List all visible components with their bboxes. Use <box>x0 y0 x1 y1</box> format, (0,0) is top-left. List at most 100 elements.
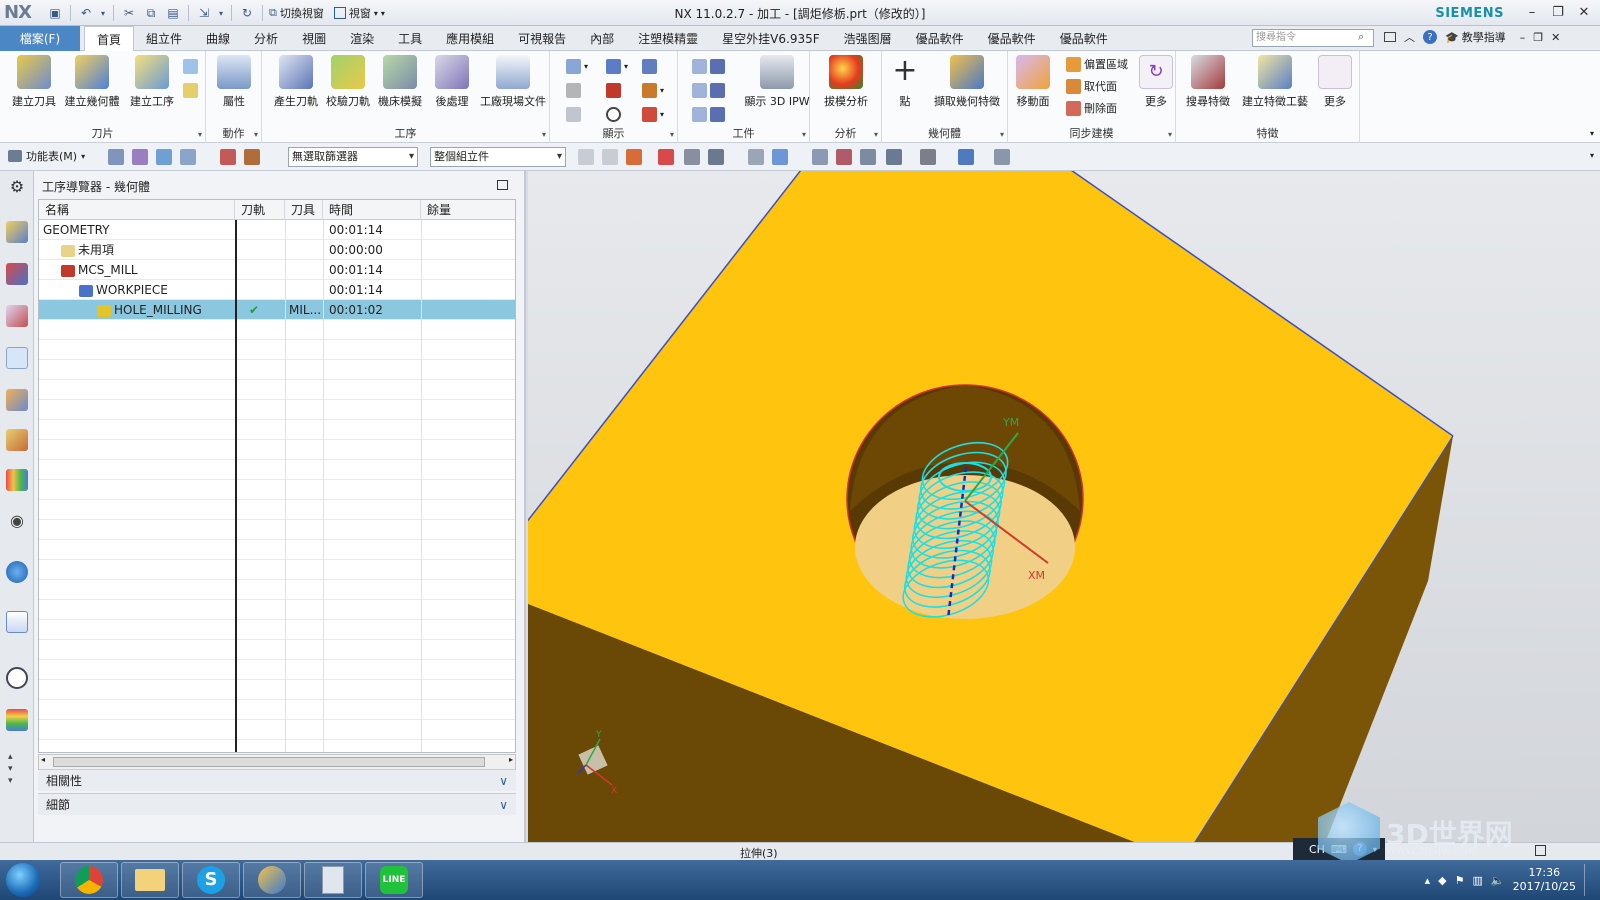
shaded-view-icon[interactable] <box>748 149 764 165</box>
chevron-down-icon[interactable]: ▾ <box>542 130 546 139</box>
program-view-icon[interactable] <box>108 149 124 165</box>
row-name-cell[interactable]: HOLE_MILLING <box>97 300 233 320</box>
chevron-down-icon[interactable]: ▾ <box>1000 130 1004 139</box>
properties-button[interactable]: 屬性 <box>206 55 262 115</box>
selection-scope-select[interactable]: 整個組立件 <box>430 147 566 167</box>
tab-youpin-1[interactable]: 優品軟件 <box>904 26 976 51</box>
display-holder-button[interactable]: ▾ <box>642 81 664 99</box>
tab-view[interactable]: 視圖 <box>290 26 338 51</box>
palette-icon[interactable] <box>6 709 28 731</box>
horizontal-scrollbar[interactable]: ◂ ▸ <box>38 754 516 770</box>
rotate-icon[interactable] <box>860 149 876 165</box>
cut-icon[interactable]: ✂ <box>120 4 138 22</box>
select-body-icon[interactable] <box>602 149 618 165</box>
constraint-navigator-icon[interactable] <box>6 263 28 285</box>
row-name-cell[interactable]: 未用項 <box>61 240 233 260</box>
taskbar-skype[interactable]: S <box>182 862 240 898</box>
table-row[interactable]: 未用項 00:00:00 <box>39 240 515 260</box>
operation-navigator-icon[interactable] <box>6 347 28 369</box>
display-point-button[interactable] <box>606 105 621 123</box>
help-icon[interactable]: ? <box>1423 30 1437 44</box>
draft-analysis-button[interactable]: 拔模分析 <box>818 55 874 115</box>
render-style-icon[interactable] <box>920 149 936 165</box>
display-shaded-button[interactable] <box>566 81 581 99</box>
tab-internal[interactable]: 內部 <box>578 26 626 51</box>
chevron-down-icon[interactable]: ▾ <box>198 130 202 139</box>
tab-analysis[interactable]: 分析 <box>242 26 290 51</box>
select-face-icon[interactable] <box>626 149 642 165</box>
tab-youpin-2[interactable]: 優品軟件 <box>976 26 1048 51</box>
tab-curve[interactable]: 曲線 <box>194 26 242 51</box>
repeat-command-icon[interactable]: ↻ <box>238 4 256 22</box>
zoom-icon[interactable] <box>836 149 852 165</box>
scroll-left-icon[interactable]: ◂ <box>41 755 45 764</box>
fit-view-icon[interactable] <box>812 149 828 165</box>
tab-assemblies[interactable]: 組立件 <box>134 26 194 51</box>
web-browser-icon[interactable] <box>6 611 28 633</box>
table-row[interactable]: MCS_MILL 00:01:14 <box>39 260 515 280</box>
filter-toolbar-icon[interactable] <box>244 149 260 165</box>
scrollbar-thumb[interactable] <box>53 757 485 767</box>
select-region-icon[interactable] <box>684 149 700 165</box>
column-toolpath[interactable]: 刀軌 <box>235 200 285 220</box>
start-button[interactable] <box>6 863 40 897</box>
clock[interactable]: 17:36 2017/10/25 <box>1513 866 1576 894</box>
display-ipw-button[interactable] <box>566 105 581 123</box>
replace-face-button[interactable]: 取代面 <box>1066 77 1117 95</box>
fullscreen-icon[interactable] <box>1535 845 1546 856</box>
point-snap-icon[interactable] <box>658 149 674 165</box>
machine-navigator-icon[interactable] <box>6 389 28 411</box>
clock-icon[interactable] <box>6 667 28 689</box>
create-feature-process-button[interactable]: 建立特徵工藝 <box>1240 55 1310 115</box>
chevron-down-icon[interactable]: ▾ <box>1590 151 1594 160</box>
help-button[interactable]: 🎓 教學指導 <box>1445 29 1506 45</box>
rectangle-select-icon[interactable] <box>708 149 724 165</box>
tab-home[interactable]: 首頁 <box>84 26 135 52</box>
flag-icon[interactable]: ⚑ <box>1455 874 1465 887</box>
workpiece-tool-1-button[interactable] <box>692 57 725 75</box>
view-cube-icon[interactable] <box>772 149 788 165</box>
taskbar-nx[interactable] <box>243 862 301 898</box>
shop-documentation-button[interactable]: 工廠現場文件 <box>478 55 548 115</box>
tab-render[interactable]: 渲染 <box>338 26 386 51</box>
generate-toolpath-button[interactable]: 產生刀軌 <box>268 55 324 115</box>
table-row[interactable]: WORKPIECE 00:01:14 <box>39 280 515 300</box>
workpiece-tool-2-button[interactable] <box>692 81 725 99</box>
chevron-down-icon[interactable]: ▾ <box>99 4 107 22</box>
row-name-cell[interactable]: GEOMETRY <box>43 220 233 240</box>
geometry-view-icon[interactable] <box>156 149 172 165</box>
orient-view-icon[interactable] <box>886 149 902 165</box>
scroll-right-icon[interactable]: ▸ <box>509 755 513 764</box>
tab-mold-wizard[interactable]: 注塑模精靈 <box>626 26 710 51</box>
create-geometry-button[interactable]: 建立幾何體 <box>64 55 120 115</box>
point-button[interactable]: + 點 <box>882 55 928 115</box>
part-navigator-icon[interactable] <box>6 305 28 327</box>
machine-simulation-button[interactable]: 機床模擬 <box>372 55 428 115</box>
scroll-arrows-icon[interactable]: ▴ ▾ ▾ <box>8 751 13 787</box>
edit-section-icon[interactable] <box>994 149 1010 165</box>
display-tool-button[interactable]: ▾ <box>606 57 628 75</box>
tab-youpin-3[interactable]: 優品軟件 <box>1048 26 1120 51</box>
window-menu-button[interactable]: 視窗 ▾ ▾ <box>333 5 385 21</box>
create-tool-button[interactable]: 建立刀具 <box>6 55 62 115</box>
eye-icon[interactable]: ◉ <box>6 511 28 533</box>
collapse-ribbon-icon[interactable]: ︿ <box>1404 29 1415 45</box>
restore-icon[interactable]: ❐ <box>1533 31 1543 44</box>
gear-icon[interactable]: ⚙ <box>6 177 28 199</box>
model-canvas[interactable]: YM XM Y X <box>528 171 1600 842</box>
minimize-icon[interactable]: – <box>1522 2 1542 22</box>
command-search-input[interactable]: 搜尋指令 <box>1252 29 1374 47</box>
tab-file[interactable]: 檔案(F) <box>0 26 80 51</box>
row-name-cell[interactable]: MCS_MILL <box>61 260 233 280</box>
close-icon[interactable]: ✕ <box>1574 2 1594 22</box>
dependencies-panel-header[interactable]: 相關性 ∨ <box>38 769 516 791</box>
create-program-button[interactable] <box>183 81 198 99</box>
undo-icon[interactable]: ↶ <box>77 4 95 22</box>
command-finder-icon[interactable]: ⇲ <box>195 4 213 22</box>
column-name[interactable]: 名稱 <box>39 200 235 220</box>
create-operation-button[interactable]: 建立工序 <box>124 55 180 115</box>
workpiece-tool-3-button[interactable] <box>692 105 725 123</box>
details-panel-header[interactable]: 細節 ∨ <box>38 793 516 815</box>
chevron-down-icon[interactable]: ▾ <box>254 130 258 139</box>
chevron-down-icon[interactable]: ▾ <box>802 130 806 139</box>
